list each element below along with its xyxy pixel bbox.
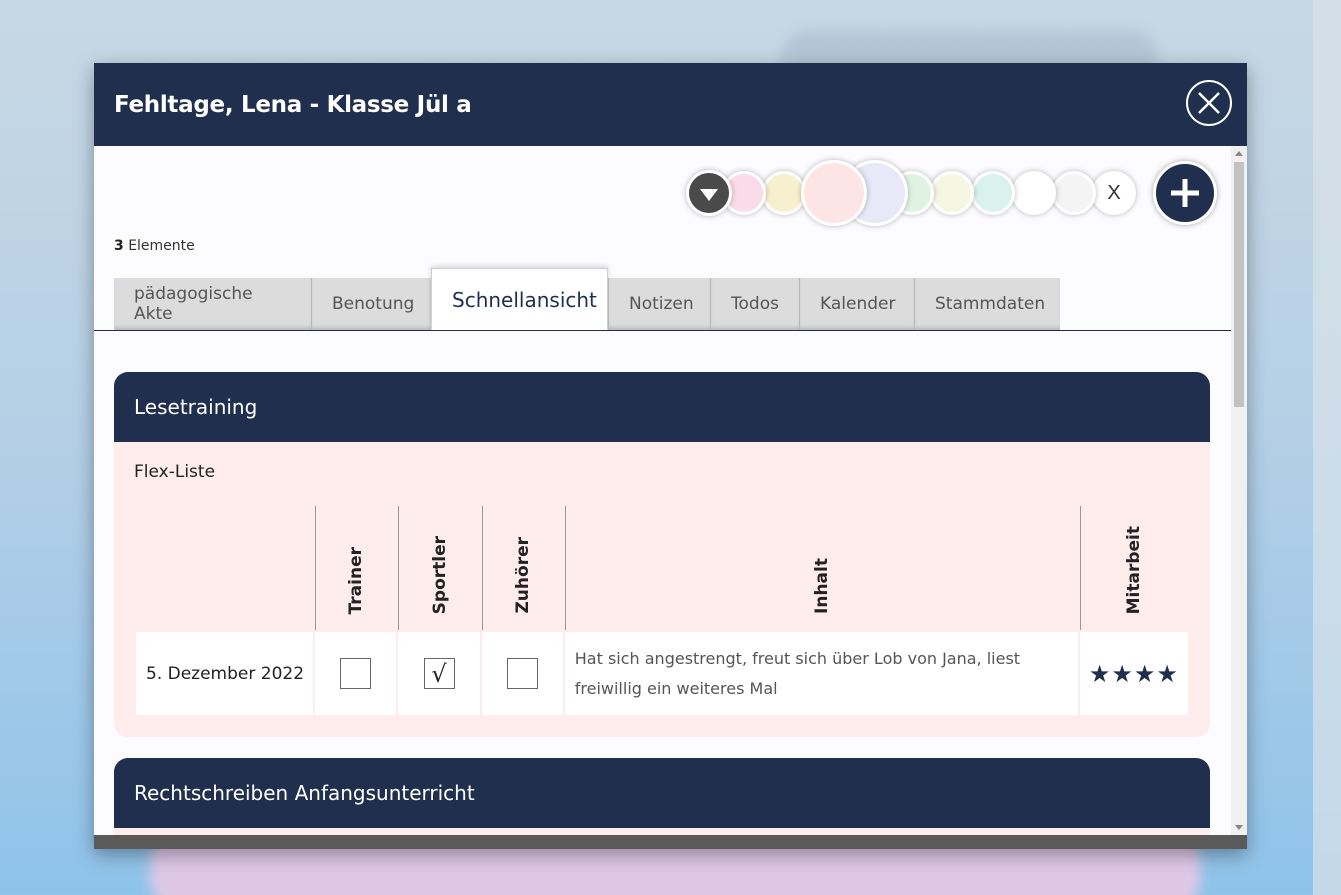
clear-color-label: X xyxy=(1107,181,1121,204)
flex-list-table: Trainer Sportler Zuhörer Inhalt Mitarbei… xyxy=(134,504,1190,717)
tab-underline xyxy=(94,330,1231,331)
modal-title: Fehltage, Lena - Klasse Jül a xyxy=(114,91,472,118)
column-header-label: Inhalt xyxy=(811,558,832,614)
cell-trainer xyxy=(315,632,397,715)
column-header-label: Trainer xyxy=(346,546,367,614)
tab-schnellansicht[interactable]: Schnellansicht xyxy=(431,268,608,330)
cell-zuhoerer xyxy=(481,632,563,715)
modal-header: Fehltage, Lena - Klasse Jül a xyxy=(94,63,1247,146)
section-header[interactable]: Lesetraining xyxy=(114,372,1210,442)
cell-sportler: √ xyxy=(398,632,480,715)
close-button[interactable] xyxy=(1186,80,1232,126)
tab-stammdaten[interactable]: Stammdaten xyxy=(914,278,1060,330)
scroll-up-arrow-icon[interactable] xyxy=(1235,151,1243,156)
color-swatch-white[interactable] xyxy=(1012,171,1056,215)
section-header[interactable]: Rechtschreiben Anfangsunterricht xyxy=(114,758,1210,828)
tab-todos[interactable]: Todos xyxy=(710,278,799,330)
zuhoerer-checkbox[interactable] xyxy=(506,658,538,689)
element-count-label: Elemente xyxy=(123,238,195,254)
column-header-zuhoerer: Zuhörer xyxy=(481,506,563,630)
add-button[interactable] xyxy=(1153,161,1217,225)
color-swatch-cream[interactable] xyxy=(930,171,974,215)
table-row: 5. Dezember 2022 √ Hat sich angestrengt,… xyxy=(136,632,1188,715)
section-content: Flex-Liste Trainer Sportler Zuhörer Inha… xyxy=(114,442,1210,737)
column-header-inhalt: Inhalt xyxy=(564,506,1078,630)
column-header-label: Zuhörer xyxy=(512,537,533,614)
column-header-mitarbeit: Mitarbeit xyxy=(1079,506,1188,630)
tab-bar: pädagogische Akte Benotung Schnellansich… xyxy=(114,268,1060,330)
modal-footer-bar xyxy=(94,835,1247,849)
column-header-label: Sportler xyxy=(429,535,450,614)
vertical-scrollbar[interactable] xyxy=(1231,146,1247,835)
section-rechtschreiben: Rechtschreiben Anfangsunterricht xyxy=(114,758,1210,835)
close-icon xyxy=(1198,92,1220,114)
trainer-checkbox[interactable] xyxy=(340,658,372,689)
plus-icon xyxy=(1171,179,1199,207)
clear-color-button[interactable]: X xyxy=(1092,171,1136,215)
row-date: 5. Dezember 2022 xyxy=(136,632,314,715)
sportler-checkbox[interactable]: √ xyxy=(423,658,455,689)
scroll-thumb[interactable] xyxy=(1234,162,1244,407)
color-swatch-mint[interactable] xyxy=(971,171,1015,215)
section-content xyxy=(114,828,1210,835)
scroll-down-arrow-icon[interactable] xyxy=(1235,825,1243,830)
flex-list-label: Flex-Liste xyxy=(134,462,216,482)
color-swatch-gray[interactable] xyxy=(1052,171,1096,215)
background-strip xyxy=(1313,0,1341,895)
element-count-value: 3 xyxy=(114,238,124,254)
tab-kalender[interactable]: Kalender xyxy=(799,278,914,330)
column-header-sportler: Sportler xyxy=(398,506,479,630)
column-header-label: Mitarbeit xyxy=(1124,525,1145,614)
column-header-date xyxy=(136,506,313,630)
column-header-trainer: Trainer xyxy=(315,506,396,630)
student-modal: Fehltage, Lena - Klasse Jül a X 3 Elemen… xyxy=(94,63,1247,849)
modal-body: X 3 Elemente pädagogische Akte Benotung … xyxy=(94,146,1231,835)
chevron-down-icon xyxy=(700,188,718,201)
color-swatch-yellow[interactable] xyxy=(762,171,806,215)
color-dropdown-toggle[interactable] xyxy=(686,170,732,216)
row-inhalt[interactable]: Hat sich angestrengt, freut sich über Lo… xyxy=(564,632,1078,715)
color-swatch-rose[interactable] xyxy=(801,160,867,226)
tab-paedagogische-akte[interactable]: pädagogische Akte xyxy=(114,278,311,330)
tab-notizen[interactable]: Notizen xyxy=(608,278,710,330)
element-count: 3 Elemente xyxy=(114,238,195,254)
tab-benotung[interactable]: Benotung xyxy=(311,278,431,330)
mitarbeit-star-rating[interactable]: ★★★★ xyxy=(1079,632,1188,715)
section-lesetraining: Lesetraining Flex-Liste Trainer Sportler… xyxy=(114,372,1210,737)
color-filter-bar: X xyxy=(684,154,1224,226)
